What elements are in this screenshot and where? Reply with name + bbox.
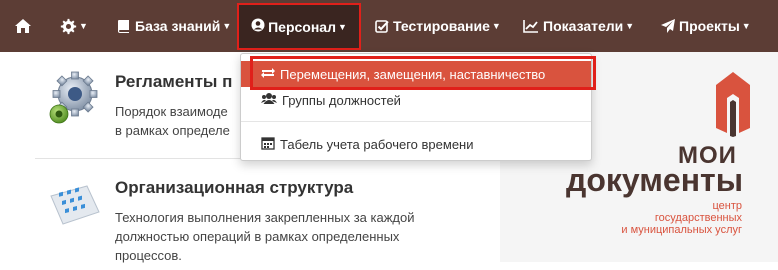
- book-icon: [117, 19, 131, 33]
- side-panel-bottom: [500, 262, 778, 270]
- card-org-structure[interactable]: Организационная структура Технология вып…: [35, 168, 500, 268]
- users-icon: [261, 92, 277, 108]
- menu-item-timesheet[interactable]: Табель учета рабочего времени: [241, 131, 591, 157]
- menu-item-label: Табель учета рабочего времени: [280, 136, 474, 152]
- nav-settings[interactable]: ▼: [60, 0, 88, 52]
- card-text-line: Технология выполнения закрепленных за ка…: [115, 210, 415, 225]
- paper-plane-icon: [661, 19, 676, 33]
- top-navbar: ▼ База знаний ▼ Персонал ▼ Тестирование …: [0, 0, 778, 52]
- org-grid-icon: [47, 182, 103, 233]
- nav-projects[interactable]: Проекты ▼: [661, 0, 751, 52]
- home-icon: [14, 18, 32, 34]
- card-text-line: должностью операций в рамках определенны…: [115, 229, 400, 244]
- nav-label: Показатели: [543, 18, 624, 34]
- gears-icon: [45, 70, 103, 133]
- menu-item-position-groups[interactable]: Группы должностей: [241, 87, 591, 113]
- gear-icon: [60, 18, 77, 35]
- chevron-down-icon: ▼: [337, 21, 347, 32]
- logo-sub2: государственных: [654, 212, 742, 224]
- card-text-line: Порядок взаимоде: [115, 104, 228, 119]
- nav-personnel[interactable]: Персонал ▼: [237, 3, 361, 50]
- card-text-line: процессов.: [115, 248, 182, 263]
- menu-divider: [241, 121, 591, 122]
- checkbox-icon: [375, 19, 389, 33]
- nav-home[interactable]: [14, 0, 32, 52]
- card-title[interactable]: Регламенты п: [115, 72, 232, 92]
- nav-label: Проекты: [679, 18, 740, 34]
- highlight-frame: [250, 56, 596, 90]
- logo-sub3: и муниципальных услуг: [621, 224, 742, 236]
- chevron-down-icon: ▼: [491, 21, 501, 31]
- card-text-line: в рамках определе: [115, 123, 230, 138]
- chevron-down-icon: ▼: [625, 21, 635, 31]
- menu-item-label: Группы должностей: [282, 92, 401, 108]
- logo-line2: документы: [566, 162, 744, 198]
- logo-sub1: центр: [712, 200, 742, 212]
- chevron-down-icon: ▼: [741, 21, 751, 31]
- nav-indicators[interactable]: Показатели ▼: [523, 0, 634, 52]
- card-title[interactable]: Организационная структура: [115, 178, 353, 198]
- nav-knowledge-base[interactable]: База знаний ▼: [117, 0, 231, 52]
- calendar-icon: [261, 136, 275, 153]
- chevron-down-icon: ▼: [79, 21, 88, 31]
- logo-emblem-icon: [716, 72, 750, 137]
- nav-testing[interactable]: Тестирование ▼: [375, 0, 501, 52]
- nav-label: Персонал: [268, 18, 336, 35]
- line-chart-icon: [523, 19, 539, 33]
- chevron-down-icon: ▼: [222, 21, 232, 31]
- nav-label: База знаний: [135, 18, 221, 34]
- nav-label: Тестирование: [393, 18, 490, 34]
- user-circle-icon: [251, 18, 265, 35]
